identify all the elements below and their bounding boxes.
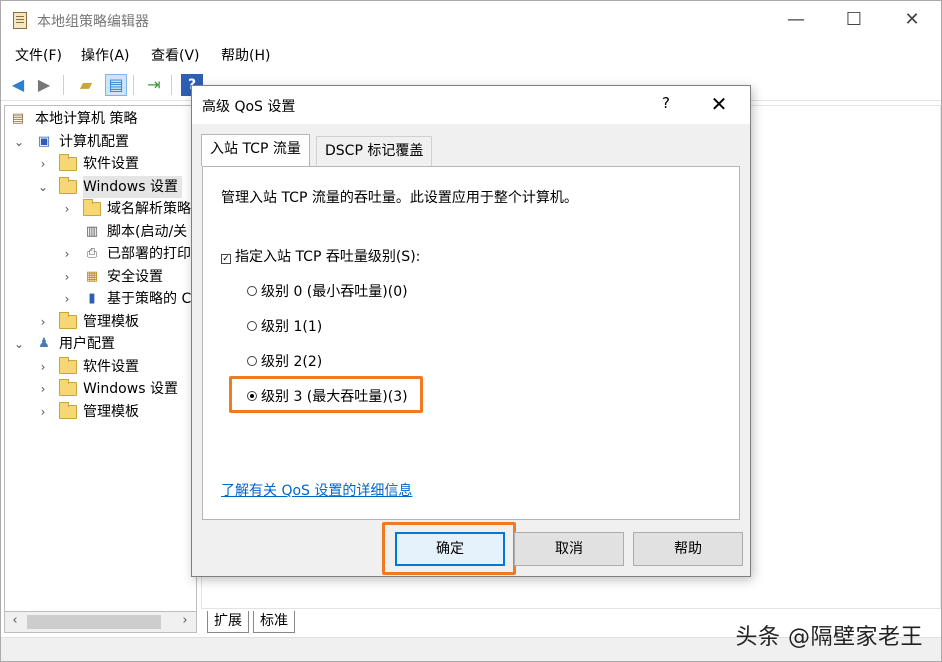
folder-icon bbox=[59, 379, 77, 396]
tab-panel: 管理入站 TCP 流量的吞吐量。此设置应用于整个计算机。 ✓ 指定入站 TCP 吞… bbox=[202, 166, 740, 520]
user-icon: ♟ bbox=[38, 336, 50, 351]
chevron-right-icon[interactable]: › bbox=[37, 401, 49, 423]
scroll-right-icon[interactable]: › bbox=[177, 613, 193, 628]
maximize-button[interactable]: ☐ bbox=[831, 5, 877, 35]
help-icon[interactable]: ? bbox=[656, 94, 676, 112]
toolbar-separator bbox=[133, 75, 134, 95]
throughput-checkbox[interactable]: ✓ bbox=[221, 254, 231, 264]
tree-item-label: 安全设置 bbox=[107, 269, 163, 285]
tree-item-label: 用户配置 bbox=[59, 336, 115, 352]
menu-file[interactable]: 文件(F) bbox=[15, 45, 62, 65]
tree-item-label: 已部署的打印 bbox=[107, 246, 191, 262]
help-button[interactable]: 帮助 bbox=[633, 532, 743, 566]
back-arrow-icon[interactable]: ◀ bbox=[7, 74, 29, 96]
chevron-right-icon[interactable]: › bbox=[61, 266, 73, 288]
radio-label: 级别 2(2) bbox=[261, 354, 323, 370]
chevron-right-icon[interactable]: › bbox=[37, 153, 49, 175]
dialog-close-button[interactable]: ✕ bbox=[704, 92, 734, 116]
toolbar-separator bbox=[171, 75, 172, 95]
tab-extended[interactable]: 扩展 bbox=[207, 611, 249, 633]
radio-level-1[interactable]: 级别 1(1) bbox=[247, 316, 322, 336]
tab-standard[interactable]: 标准 bbox=[253, 611, 295, 633]
highlight-box-level-3 bbox=[229, 376, 423, 413]
forward-arrow-icon[interactable]: ▶ bbox=[33, 74, 55, 96]
tree-item-label: 软件设置 bbox=[83, 359, 139, 375]
throughput-checkbox-row[interactable]: ✓ 指定入站 TCP 吞吐量级别(S): bbox=[221, 246, 420, 266]
chevron-down-icon[interactable]: ⌄ bbox=[13, 131, 25, 153]
watermark: 头条 @隔壁家老王 bbox=[735, 625, 923, 650]
tree-item-label: 域名解析策略 bbox=[107, 201, 191, 217]
tree-item-label: Windows 设置 bbox=[83, 381, 178, 397]
folder-icon bbox=[59, 177, 77, 194]
window-title: 本地组策略编辑器 bbox=[37, 14, 149, 30]
folder-icon bbox=[59, 402, 77, 419]
tree-horizontal-scrollbar[interactable]: ‹ › bbox=[4, 611, 197, 633]
folder-icon bbox=[59, 357, 77, 374]
tree-item-label: 计算机配置 bbox=[59, 134, 129, 150]
tree-pane[interactable]: ▤ 本地计算机 策略 ⌄ ▣ 计算机配置 › 软件设置 ⌄ Windows 设置… bbox=[4, 105, 197, 633]
chevron-right-icon[interactable]: › bbox=[61, 288, 73, 310]
up-folder-icon[interactable]: ▰ bbox=[75, 74, 97, 96]
folder-icon bbox=[83, 199, 101, 216]
scroll-left-icon[interactable]: ‹ bbox=[7, 613, 23, 628]
radio-label: 级别 1(1) bbox=[261, 319, 323, 335]
chart-icon: ▮ bbox=[88, 291, 96, 306]
radio-level-0[interactable]: 级别 0 (最小吞吐量)(0) bbox=[247, 281, 408, 301]
folder-icon bbox=[59, 312, 77, 329]
chevron-down-icon[interactable]: ⌄ bbox=[13, 333, 25, 355]
tab-inbound-tcp[interactable]: 入站 TCP 流量 bbox=[201, 134, 310, 166]
close-button[interactable]: ✕ bbox=[889, 5, 935, 35]
menu-view[interactable]: 查看(V) bbox=[151, 45, 200, 65]
folder-icon bbox=[59, 154, 77, 171]
tree-item-label: 基于策略的 C bbox=[107, 291, 192, 307]
policy-icon: ▤ bbox=[11, 111, 25, 126]
ok-button[interactable]: 确定 bbox=[395, 532, 505, 566]
description-text: 管理入站 TCP 流量的吞吐量。此设置应用于整个计算机。 bbox=[221, 190, 578, 206]
view-tabs: 扩展 标准 bbox=[201, 609, 501, 633]
title-bar: 本地组策略编辑器 — ☐ ✕ bbox=[1, 1, 941, 39]
menu-action[interactable]: 操作(A) bbox=[81, 45, 130, 65]
computer-icon: ▣ bbox=[37, 134, 51, 149]
tree-item-label: 脚本(启动/关 bbox=[107, 224, 188, 240]
checkbox-label: 指定入站 TCP 吞吐量级别(S): bbox=[235, 249, 421, 265]
show-hide-tree-icon[interactable]: ▤ bbox=[105, 74, 127, 96]
radio-label: 级别 0 (最小吞吐量)(0) bbox=[261, 284, 408, 300]
cancel-button[interactable]: 取消 bbox=[514, 532, 624, 566]
security-icon: ▦ bbox=[85, 269, 99, 284]
radio-level-2[interactable]: 级别 2(2) bbox=[247, 351, 322, 371]
chevron-right-icon[interactable]: › bbox=[37, 378, 49, 400]
chevron-right-icon[interactable]: › bbox=[61, 198, 73, 220]
toolbar-separator bbox=[63, 75, 64, 95]
chevron-right-icon[interactable]: › bbox=[37, 311, 49, 333]
scrollbar-thumb[interactable] bbox=[27, 615, 161, 629]
policy-editor-icon bbox=[13, 12, 27, 29]
script-icon: ▥ bbox=[85, 224, 99, 239]
tree-item-label: 管理模板 bbox=[83, 314, 139, 330]
qos-help-link[interactable]: 了解有关 QoS 设置的详细信息 bbox=[221, 480, 412, 500]
qos-settings-dialog: 高级 QoS 设置 ? ✕ 入站 TCP 流量 DSCP 标记覆盖 管理入站 T… bbox=[191, 85, 751, 577]
radio-button[interactable] bbox=[247, 286, 257, 296]
radio-button[interactable] bbox=[247, 321, 257, 331]
minimize-button[interactable]: — bbox=[773, 5, 819, 35]
tree-item-label: 管理模板 bbox=[83, 404, 139, 420]
chevron-right-icon[interactable]: › bbox=[61, 243, 73, 265]
menu-bar: 文件(F) 操作(A) 查看(V) 帮助(H) bbox=[1, 39, 941, 67]
tree-item-label: 本地计算机 策略 bbox=[35, 111, 138, 127]
chevron-right-icon[interactable]: › bbox=[37, 356, 49, 378]
tree-item-label: 软件设置 bbox=[83, 156, 139, 172]
radio-button[interactable] bbox=[247, 356, 257, 366]
printer-icon: ⎙ bbox=[86, 246, 98, 261]
dialog-title: 高级 QoS 设置 bbox=[202, 99, 296, 115]
tree-item-label: Windows 设置 bbox=[83, 176, 182, 198]
export-list-icon[interactable]: ⇥ bbox=[143, 74, 165, 96]
panel-content: 管理入站 TCP 流量的吞吐量。此设置应用于整个计算机。 ✓ 指定入站 TCP 吞… bbox=[203, 167, 739, 519]
dialog-title-bar: 高级 QoS 设置 ? ✕ bbox=[192, 86, 750, 124]
chevron-down-icon[interactable]: ⌄ bbox=[37, 176, 49, 198]
tab-dscp-override[interactable]: DSCP 标记覆盖 bbox=[316, 136, 433, 166]
menu-help[interactable]: 帮助(H) bbox=[221, 45, 270, 65]
